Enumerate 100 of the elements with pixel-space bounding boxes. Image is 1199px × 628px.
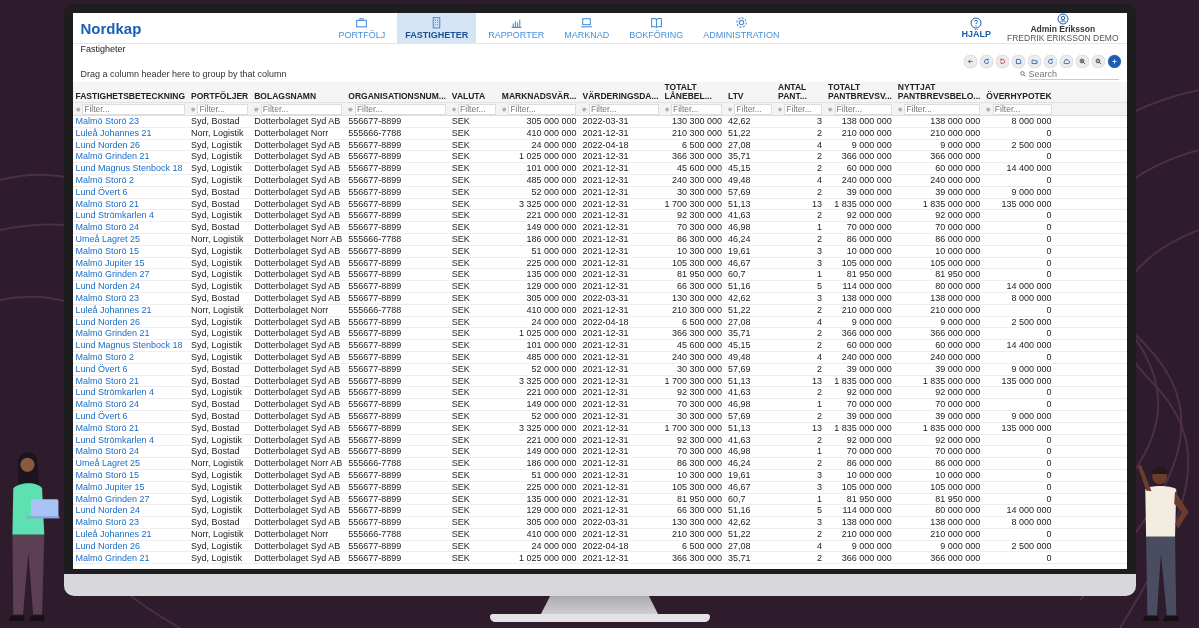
logo[interactable]: Nordkap (80, 19, 331, 37)
filter-field[interactable]: Filter... (354, 103, 446, 115)
nav-tab[interactable]: BOKFÖRING (621, 13, 692, 43)
property-link[interactable]: Lund Övert 6 (75, 186, 128, 197)
property-link[interactable]: Malmö Storö 2 (75, 352, 135, 363)
filter-field[interactable]: Filter... (458, 103, 496, 115)
filter-settings-icon[interactable] (778, 106, 783, 112)
search-field[interactable]: Search (1028, 68, 1119, 80)
property-link[interactable]: Malmö Storö 23 (75, 293, 140, 304)
property-link[interactable]: Lund Norden 26 (75, 316, 141, 327)
property-link[interactable]: Lund Magnus Stenbock 18 (75, 163, 183, 174)
property-link[interactable]: Umeå Lagret 25 (75, 458, 141, 469)
property-link[interactable]: Lund Strömkarlen 4 (75, 210, 155, 221)
column-header[interactable]: TOTALT PANTBREVSV... (825, 82, 895, 103)
column-header[interactable]: PORTFÖLJER (188, 82, 252, 103)
column-header[interactable]: TOTALT LÅNEBEL... (661, 82, 726, 103)
nav-tab[interactable]: RAPPORTER (480, 13, 553, 43)
property-link[interactable]: Malmö Grinden 21 (75, 328, 150, 339)
filter-settings-icon[interactable] (191, 106, 196, 112)
property-link[interactable]: Malmö Storö 15 (75, 245, 140, 256)
filter-settings-icon[interactable] (897, 106, 903, 112)
column-header[interactable]: VÄRDERINGSDA... (579, 82, 662, 103)
property-link[interactable]: Malmö Storö 21 (75, 198, 140, 209)
filter-field[interactable]: Filter... (82, 103, 186, 115)
filter-field[interactable]: Filter... (260, 103, 343, 115)
zoom-in-button[interactable] (1075, 55, 1089, 68)
column-header[interactable]: VALUTA (448, 82, 499, 103)
nav-tab[interactable]: ADMINISTRATION (695, 13, 788, 43)
table-cell: 2021-12-31 (582, 257, 629, 268)
cloud-button[interactable] (1059, 55, 1073, 68)
property-link[interactable]: Malmö Grinden 21 (75, 552, 150, 563)
filter-field[interactable]: Filter... (992, 103, 1052, 115)
column-header[interactable]: NYTTJAT PANTBREVSBELO... (894, 82, 984, 103)
column-header[interactable]: BOLAGSNAMN (251, 82, 346, 103)
filter-settings-icon[interactable] (582, 106, 588, 112)
property-link[interactable]: Malmö Storö 15 (75, 470, 140, 480)
property-link[interactable]: Lund Övert 6 (75, 411, 128, 421)
user-name[interactable]: Admin Eriksson (1030, 25, 1096, 34)
user-icon[interactable] (1056, 13, 1069, 25)
filter-settings-icon[interactable] (451, 106, 457, 112)
property-link[interactable]: Lund Norden 26 (75, 540, 141, 551)
help-button[interactable]: HJÄLP (961, 17, 992, 39)
filter-settings-icon[interactable] (501, 106, 507, 112)
nav-tab[interactable]: PORTFÖLJ (330, 13, 394, 43)
property-link[interactable]: Lund Strömkarlen 4 (75, 387, 155, 398)
filter-field[interactable]: Filter... (734, 103, 773, 115)
filter-settings-icon[interactable] (254, 106, 259, 112)
filter-settings-icon[interactable] (828, 106, 833, 112)
nav-tab[interactable]: MARKNAD (556, 13, 618, 43)
property-link[interactable]: Malmö Grinden 27 (75, 493, 150, 504)
nav-tab[interactable]: FASTIGHETER (397, 13, 477, 43)
filter-field[interactable]: Filter... (834, 103, 892, 115)
property-link[interactable]: Malmö Storö 24 (75, 222, 140, 233)
zoom-out-button[interactable] (1091, 55, 1105, 68)
property-link[interactable]: Malmö Storö 21 (75, 375, 140, 386)
property-link[interactable]: Malmö Storö 24 (75, 399, 140, 410)
arrow-left-button[interactable] (963, 55, 977, 68)
column-header[interactable]: ÖVERHYPOTEK (983, 82, 1055, 103)
redo-button[interactable] (1043, 55, 1057, 68)
undo-button[interactable] (995, 55, 1009, 68)
filter-field[interactable]: Filter... (904, 103, 981, 115)
property-link[interactable]: Malmö Jupiter 15 (75, 481, 145, 492)
property-link[interactable]: Malmö Storö 21 (75, 422, 140, 433)
filter-field[interactable]: Filter... (670, 103, 723, 115)
refresh-button[interactable] (979, 55, 993, 68)
filter-settings-icon[interactable] (75, 106, 81, 112)
filter-field[interactable]: Filter... (508, 103, 577, 115)
folder-button[interactable] (1027, 55, 1041, 68)
property-link[interactable]: Luleå Johannes 21 (75, 304, 152, 315)
property-link[interactable]: Malmö Storö 2 (75, 175, 135, 186)
property-link[interactable]: Malmö Storö 23 (75, 116, 140, 127)
table-cell: 46,98 (728, 222, 751, 233)
column-header[interactable]: MARKNADSVÄR... (498, 82, 580, 103)
filter-settings-icon[interactable] (664, 106, 669, 112)
property-link[interactable]: Malmö Grinden 21 (75, 151, 150, 162)
column-header[interactable]: ORGANISATIONSNUM... (345, 82, 449, 103)
property-link[interactable]: Lund Norden 24 (75, 505, 141, 516)
property-link[interactable]: Lund Övert 6 (75, 363, 128, 374)
property-link[interactable]: Luleå Johannes 21 (75, 127, 152, 138)
property-link[interactable]: Malmö Storö 23 (75, 517, 140, 528)
column-header[interactable]: FASTIGHETSBETECKNING (72, 82, 189, 103)
property-link[interactable]: Lund Strömkarlen 4 (75, 434, 155, 445)
property-link[interactable]: Malmö Jupiter 15 (75, 257, 145, 268)
filter-field[interactable]: Filter... (589, 103, 659, 115)
filter-field[interactable]: Filter... (784, 103, 823, 115)
property-link[interactable]: Umeå Lagret 25 (75, 234, 141, 245)
filter-field[interactable]: Filter... (197, 103, 249, 115)
filter-settings-icon[interactable] (348, 106, 353, 112)
save-button[interactable] (1011, 55, 1025, 68)
column-header[interactable]: ANTAL PANT... (775, 82, 826, 103)
filter-settings-icon[interactable] (986, 106, 991, 112)
column-header[interactable]: LTV (725, 82, 776, 103)
property-link[interactable]: Lund Norden 24 (75, 281, 141, 292)
property-link[interactable]: Malmö Grinden 27 (75, 269, 150, 280)
property-link[interactable]: Lund Norden 26 (75, 139, 141, 150)
plus-button[interactable] (1107, 55, 1121, 68)
property-link[interactable]: Lund Magnus Stenbock 18 (75, 340, 183, 351)
property-link[interactable]: Luleå Johannes 21 (75, 529, 152, 539)
property-link[interactable]: Malmö Storö 24 (75, 446, 140, 457)
filter-settings-icon[interactable] (728, 106, 733, 112)
